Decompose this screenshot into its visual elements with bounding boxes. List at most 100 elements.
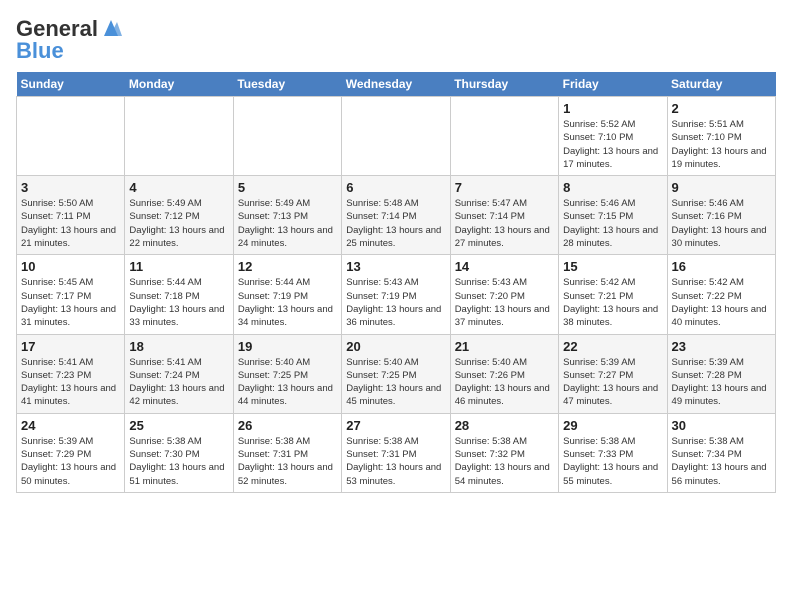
day-info: Sunrise: 5:40 AM Sunset: 7:26 PM Dayligh… [455,356,554,409]
day-number: 6 [346,180,445,195]
calendar-cell: 10 Sunrise: 5:45 AM Sunset: 7:17 PM Dayli… [17,255,125,334]
calendar-cell: 13 Sunrise: 5:43 AM Sunset: 7:19 PM Dayli… [342,255,450,334]
day-info: Sunrise: 5:45 AM Sunset: 7:17 PM Dayligh… [21,276,120,329]
day-header-thursday: Thursday [450,72,558,97]
calendar-cell: 8 Sunrise: 5:46 AM Sunset: 7:15 PM Daylig… [559,176,667,255]
day-number: 19 [238,339,337,354]
header: General Blue [16,16,776,64]
calendar-cell: 4 Sunrise: 5:49 AM Sunset: 7:12 PM Daylig… [125,176,233,255]
day-number: 22 [563,339,662,354]
day-info: Sunrise: 5:38 AM Sunset: 7:32 PM Dayligh… [455,435,554,488]
day-info: Sunrise: 5:40 AM Sunset: 7:25 PM Dayligh… [238,356,337,409]
calendar-cell [17,97,125,176]
calendar-cell: 16 Sunrise: 5:42 AM Sunset: 7:22 PM Dayli… [667,255,775,334]
day-number: 18 [129,339,228,354]
day-info: Sunrise: 5:52 AM Sunset: 7:10 PM Dayligh… [563,118,662,171]
day-number: 7 [455,180,554,195]
day-info: Sunrise: 5:40 AM Sunset: 7:25 PM Dayligh… [346,356,445,409]
calendar-cell: 3Sunrise: 5:50 AM Sunset: 7:11 PM Daylig… [17,176,125,255]
day-info: Sunrise: 5:39 AM Sunset: 7:29 PM Dayligh… [21,435,120,488]
day-header-monday: Monday [125,72,233,97]
calendar-cell: 23 Sunrise: 5:39 AM Sunset: 7:28 PM Dayli… [667,334,775,413]
day-info: Sunrise: 5:42 AM Sunset: 7:21 PM Dayligh… [563,276,662,329]
calendar-cell: 28 Sunrise: 5:38 AM Sunset: 7:32 PM Dayli… [450,413,558,492]
calendar-week-2: 3Sunrise: 5:50 AM Sunset: 7:11 PM Daylig… [17,176,776,255]
day-number: 11 [129,259,228,274]
calendar-cell [125,97,233,176]
day-info: Sunrise: 5:43 AM Sunset: 7:19 PM Dayligh… [346,276,445,329]
day-number: 10 [21,259,120,274]
day-info: Sunrise: 5:47 AM Sunset: 7:14 PM Dayligh… [455,197,554,250]
day-info: Sunrise: 5:49 AM Sunset: 7:12 PM Dayligh… [129,197,228,250]
calendar-cell: 5 Sunrise: 5:49 AM Sunset: 7:13 PM Daylig… [233,176,341,255]
logo-icon [100,18,122,38]
day-info: Sunrise: 5:39 AM Sunset: 7:28 PM Dayligh… [672,356,771,409]
day-number: 28 [455,418,554,433]
day-header-wednesday: Wednesday [342,72,450,97]
day-number: 20 [346,339,445,354]
day-number: 9 [672,180,771,195]
calendar-cell: 27 Sunrise: 5:38 AM Sunset: 7:31 PM Dayli… [342,413,450,492]
day-number: 2 [672,101,771,116]
day-number: 12 [238,259,337,274]
day-info: Sunrise: 5:38 AM Sunset: 7:33 PM Dayligh… [563,435,662,488]
calendar-week-4: 17 Sunrise: 5:41 AM Sunset: 7:23 PM Dayli… [17,334,776,413]
day-number: 26 [238,418,337,433]
day-info: Sunrise: 5:48 AM Sunset: 7:14 PM Dayligh… [346,197,445,250]
day-number: 24 [21,418,120,433]
calendar-cell: 22 Sunrise: 5:39 AM Sunset: 7:27 PM Dayli… [559,334,667,413]
day-info: Sunrise: 5:49 AM Sunset: 7:13 PM Dayligh… [238,197,337,250]
calendar-cell: 24 Sunrise: 5:39 AM Sunset: 7:29 PM Dayli… [17,413,125,492]
day-number: 4 [129,180,228,195]
day-number: 30 [672,418,771,433]
day-number: 23 [672,339,771,354]
calendar-cell [450,97,558,176]
day-header-tuesday: Tuesday [233,72,341,97]
calendar-cell: 11 Sunrise: 5:44 AM Sunset: 7:18 PM Dayli… [125,255,233,334]
day-number: 14 [455,259,554,274]
day-number: 8 [563,180,662,195]
day-header-saturday: Saturday [667,72,775,97]
calendar-cell: 12 Sunrise: 5:44 AM Sunset: 7:19 PM Dayli… [233,255,341,334]
day-info: Sunrise: 5:44 AM Sunset: 7:18 PM Dayligh… [129,276,228,329]
day-number: 29 [563,418,662,433]
day-number: 5 [238,180,337,195]
day-info: Sunrise: 5:46 AM Sunset: 7:15 PM Dayligh… [563,197,662,250]
day-number: 3 [21,180,120,195]
day-number: 27 [346,418,445,433]
calendar-cell: 14 Sunrise: 5:43 AM Sunset: 7:20 PM Dayli… [450,255,558,334]
calendar-cell: 26Sunrise: 5:38 AM Sunset: 7:31 PM Dayli… [233,413,341,492]
day-number: 21 [455,339,554,354]
day-header-sunday: Sunday [17,72,125,97]
day-info: Sunrise: 5:44 AM Sunset: 7:19 PM Dayligh… [238,276,337,329]
day-info: Sunrise: 5:41 AM Sunset: 7:23 PM Dayligh… [21,356,120,409]
day-info: Sunrise: 5:38 AM Sunset: 7:31 PM Dayligh… [346,435,445,488]
day-info: Sunrise: 5:42 AM Sunset: 7:22 PM Dayligh… [672,276,771,329]
calendar-cell: 1 Sunrise: 5:52 AM Sunset: 7:10 PM Daylig… [559,97,667,176]
calendar-header-row: SundayMondayTuesdayWednesdayThursdayFrid… [17,72,776,97]
day-number: 15 [563,259,662,274]
day-number: 1 [563,101,662,116]
calendar-cell: 6 Sunrise: 5:48 AM Sunset: 7:14 PM Daylig… [342,176,450,255]
calendar-cell [342,97,450,176]
day-info: Sunrise: 5:39 AM Sunset: 7:27 PM Dayligh… [563,356,662,409]
day-info: Sunrise: 5:46 AM Sunset: 7:16 PM Dayligh… [672,197,771,250]
calendar-week-5: 24 Sunrise: 5:39 AM Sunset: 7:29 PM Dayli… [17,413,776,492]
day-info: Sunrise: 5:38 AM Sunset: 7:30 PM Dayligh… [129,435,228,488]
day-info: Sunrise: 5:38 AM Sunset: 7:34 PM Dayligh… [672,435,771,488]
calendar-cell: 20 Sunrise: 5:40 AM Sunset: 7:25 PM Dayli… [342,334,450,413]
day-header-friday: Friday [559,72,667,97]
calendar-cell: 29 Sunrise: 5:38 AM Sunset: 7:33 PM Dayli… [559,413,667,492]
day-info: Sunrise: 5:43 AM Sunset: 7:20 PM Dayligh… [455,276,554,329]
logo-blue: Blue [16,38,64,64]
day-number: 25 [129,418,228,433]
calendar-cell: 7 Sunrise: 5:47 AM Sunset: 7:14 PM Daylig… [450,176,558,255]
calendar-cell: 30 Sunrise: 5:38 AM Sunset: 7:34 PM Dayli… [667,413,775,492]
day-number: 17 [21,339,120,354]
calendar-cell: 2Sunrise: 5:51 AM Sunset: 7:10 PM Daylig… [667,97,775,176]
day-number: 13 [346,259,445,274]
calendar-week-3: 10 Sunrise: 5:45 AM Sunset: 7:17 PM Dayli… [17,255,776,334]
logo: General Blue [16,16,122,64]
calendar-cell: 9 Sunrise: 5:46 AM Sunset: 7:16 PM Daylig… [667,176,775,255]
day-number: 16 [672,259,771,274]
